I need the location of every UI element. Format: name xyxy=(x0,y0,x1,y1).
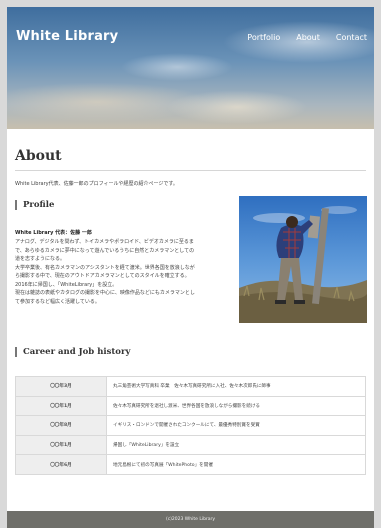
career-description: 丸三角芸術大学写真科 卒業 佐々木写真研究所に入社、佐々木次郎氏に師事 xyxy=(106,376,366,397)
profile-bio: アナログ、デジタルを問わず、トイカメラやポラロイド、ビデオカメラに至るま で、あ… xyxy=(15,238,240,306)
career-description: 地元島根にて初の写真展「WhitePhoto」を開催 xyxy=(106,454,366,475)
bio-line: て参加するなど幅広く活躍している。 xyxy=(15,298,100,305)
table-row: 〇〇年1月 佐々木写真研究所を退社し渡米、世界各国を放浪しながら撮影を続ける xyxy=(15,395,366,417)
career-table: 〇〇年3月 丸三角芸術大学写真科 卒業 佐々木写真研究所に入社、佐々木次郎氏に師… xyxy=(15,376,366,475)
bio-line: アナログ、デジタルを問わず、トイカメラやポラロイド、ビデオカメラに至るま xyxy=(15,239,194,245)
bio-line: 2016年に帰国し、「WhiteLibrary」を設立。 xyxy=(15,281,118,288)
career-date: 〇〇年8月 xyxy=(15,415,107,436)
career-date: 〇〇年3月 xyxy=(15,376,107,397)
copyright-text: (c)2023 White Library xyxy=(165,517,216,522)
main-nav: Portfolio About Contact xyxy=(247,33,367,42)
profile-name: White Library 代表：佐藤 一郎 xyxy=(15,230,92,236)
bio-line: で、あらゆるカメラに夢中になって遊んでいるうちに自然とカメラマンとしての xyxy=(15,247,195,254)
career-description: 佐々木写真研究所を退社し渡米、世界各国を放浪しながら撮影を続ける xyxy=(106,395,366,417)
profile-heading: Profile xyxy=(15,200,54,210)
bio-line: 道を志すようになる。 xyxy=(15,256,66,262)
page: White Library Portfolio About Contact Ab… xyxy=(7,7,374,528)
table-row: 〇〇年3月 丸三角芸術大学写真科 卒業 佐々木写真研究所に入社、佐々木次郎氏に師… xyxy=(15,376,366,397)
career-heading: Career and Job history xyxy=(15,347,130,357)
hero-sky-banner: White Library Portfolio About Contact xyxy=(7,7,374,129)
page-title: About xyxy=(15,148,62,164)
intro-text: White Library代表、佐藤一郎のプロフィールや経歴の紹介ページです。 xyxy=(15,181,178,187)
title-divider xyxy=(15,170,366,171)
table-row: 〇〇年8月 イギリス・ロンドンで開催されたコンクールにて、最優秀特別賞を受賞 xyxy=(15,415,366,436)
career-description: 帰国し「WhiteLibrary」を設立 xyxy=(106,434,366,456)
nav-link-contact[interactable]: Contact xyxy=(336,33,367,42)
photographer-at-signpost-image xyxy=(239,206,367,323)
bio-line: ら撮影する中で、現在のアウトドアカメラマンとしてのスタイルを確立する。 xyxy=(15,273,190,279)
career-date: 〇〇年6月 xyxy=(15,454,107,475)
site-logo[interactable]: White Library xyxy=(16,29,118,44)
career-date: 〇〇年1月 xyxy=(15,395,107,417)
nav-link-portfolio[interactable]: Portfolio xyxy=(247,33,280,42)
career-description: イギリス・ロンドンで開催されたコンクールにて、最優秀特別賞を受賞 xyxy=(106,415,366,436)
profile-photo xyxy=(239,196,367,323)
career-date: 〇〇年1月 xyxy=(15,434,107,456)
nav-link-about[interactable]: About xyxy=(296,33,320,42)
site-footer: (c)2023 White Library xyxy=(7,511,374,528)
table-row: 〇〇年1月 帰国し「WhiteLibrary」を設立 xyxy=(15,434,366,456)
table-row: 〇〇年6月 地元島根にて初の写真展「WhitePhoto」を開催 xyxy=(15,454,366,475)
bio-line: 現在は雑誌の表紙やカタログの撮影を中心に、映像作品などにもカメラマンとし xyxy=(15,290,195,296)
bio-line: 大学卒業後、有名カメラマンのアシスタントを経て渡米。世界各国を放浪しなが xyxy=(15,264,195,271)
